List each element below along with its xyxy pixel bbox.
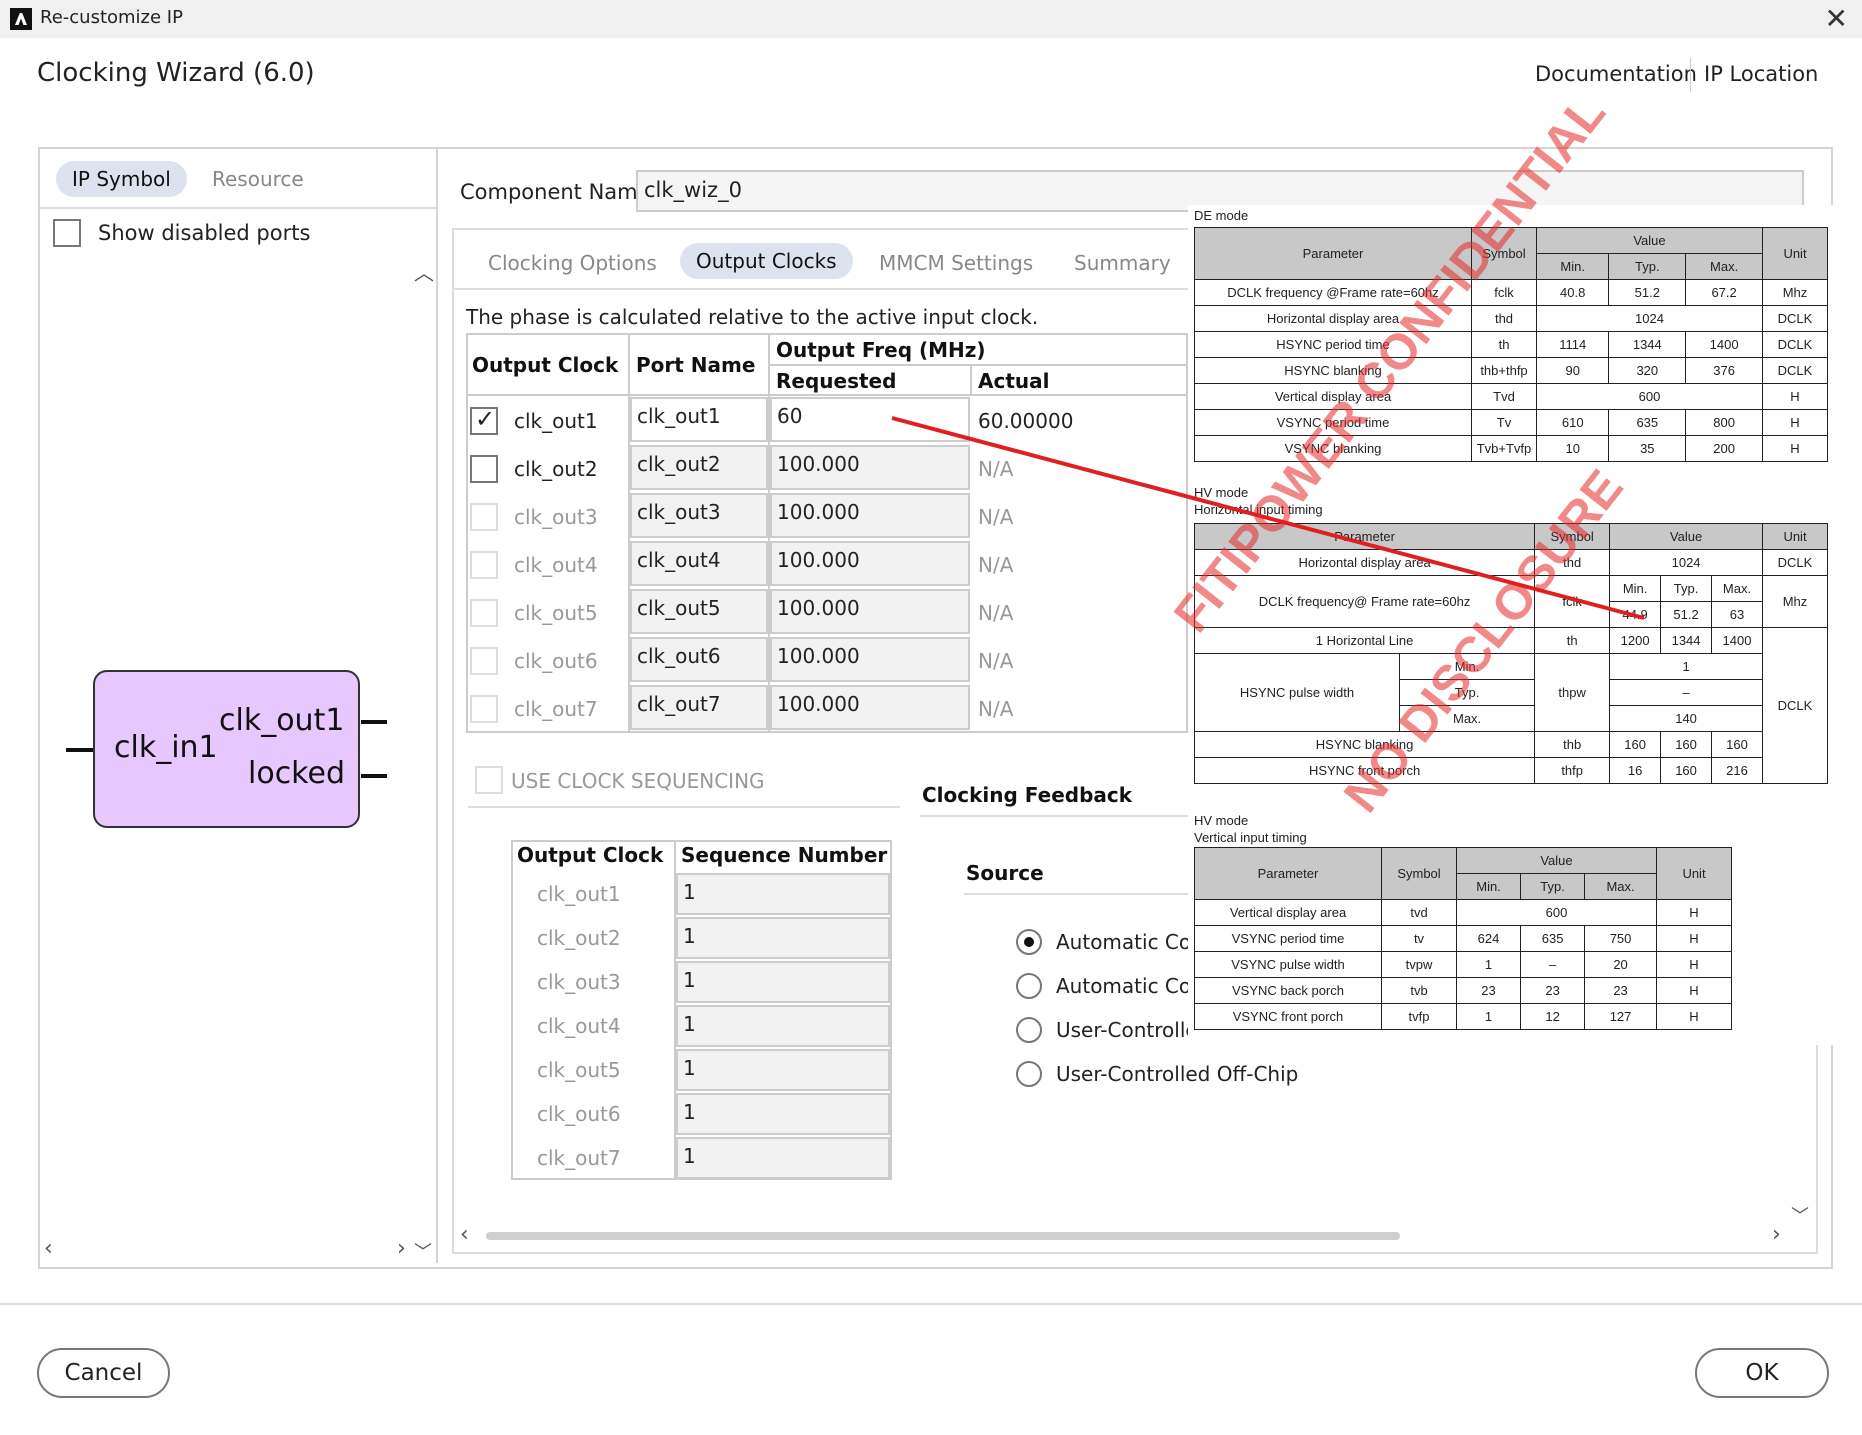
annotation-line: [891, 416, 1645, 620]
red-annotation-line: [891, 416, 1645, 620]
